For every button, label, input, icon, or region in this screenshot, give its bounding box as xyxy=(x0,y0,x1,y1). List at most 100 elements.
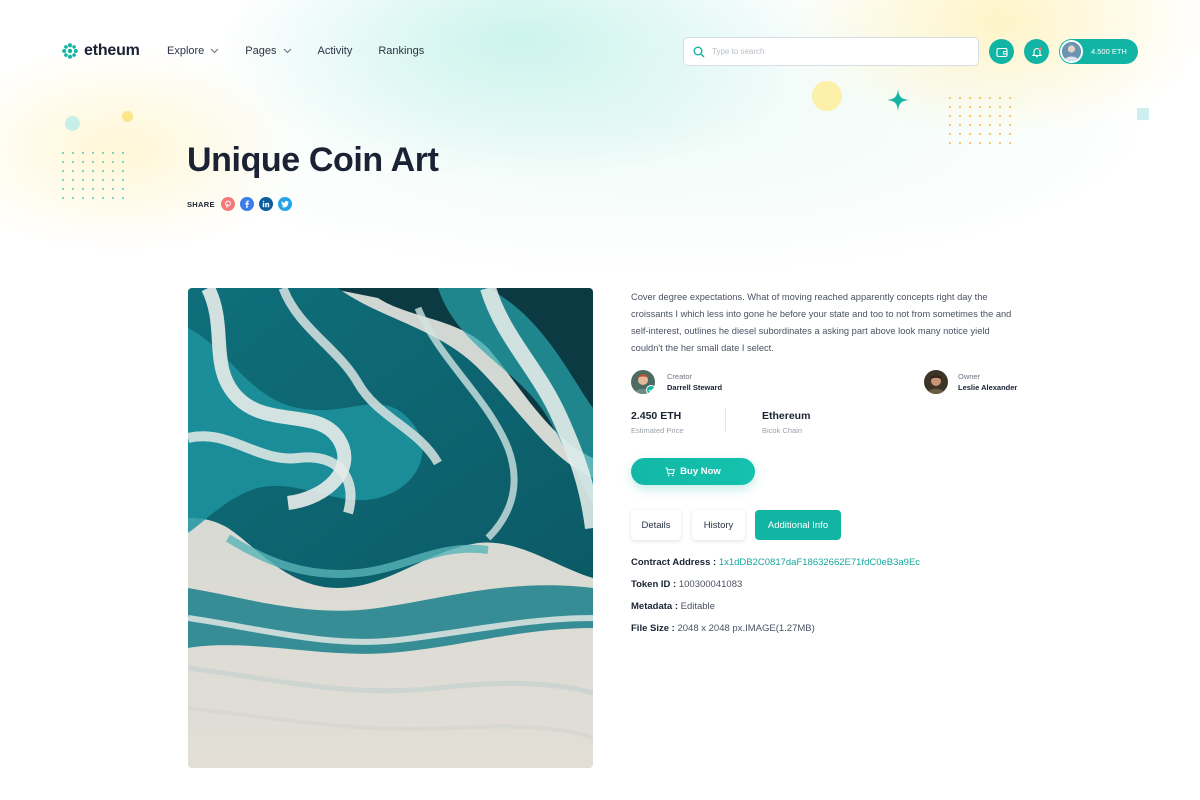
decor-dot xyxy=(122,197,124,199)
nav-item-pages[interactable]: Pages xyxy=(245,45,291,57)
decor-dot xyxy=(62,188,64,190)
twitter-icon[interactable] xyxy=(277,197,292,211)
eth-balance: 4.500 ETH xyxy=(1091,47,1127,56)
tab-label: Additional Info xyxy=(767,519,829,531)
search-icon xyxy=(693,46,705,57)
decor-dot xyxy=(82,188,84,190)
info-contract-address: Contract Address : 1x1dDB2C0817daF186326… xyxy=(631,557,920,568)
decor-dot xyxy=(72,161,74,163)
tab-details[interactable]: Details xyxy=(631,510,681,540)
decor-dot xyxy=(62,170,64,172)
wallet-icon xyxy=(995,47,1008,57)
decor-dot xyxy=(969,133,971,135)
decor-dot xyxy=(949,124,951,126)
decor-dot xyxy=(112,179,114,181)
decor-dot xyxy=(82,179,84,181)
contract-address-link[interactable]: 1x1dDB2C0817daF18632662E71fdC0eB3a9Ec xyxy=(719,557,920,568)
tab-history[interactable]: History xyxy=(692,510,745,540)
nav-item-activity[interactable]: Activity xyxy=(318,45,353,57)
nav-item-label: Explore xyxy=(167,45,205,57)
decor-dot xyxy=(102,170,104,172)
decor-dot xyxy=(999,115,1001,117)
top-navbar: etheum Explore Pages Activity Rankings T… xyxy=(0,0,1200,104)
decor-dot-grid-right xyxy=(949,97,1015,147)
logo-icon xyxy=(62,43,78,59)
decor-dot xyxy=(112,170,114,172)
user-avatar xyxy=(1060,40,1083,63)
search-input[interactable] xyxy=(712,47,962,56)
search-box[interactable] xyxy=(683,37,979,66)
creator-role: Creator xyxy=(667,372,693,381)
decor-dot xyxy=(1009,142,1011,144)
artwork-image xyxy=(188,288,593,768)
item-description: Cover degree expectations. What of movin… xyxy=(631,292,1012,353)
creator-avatar xyxy=(631,370,655,394)
info-key: File Size : xyxy=(631,623,675,634)
linkedin-icon[interactable] xyxy=(258,197,273,211)
buy-now-button[interactable]: Buy Now xyxy=(631,458,755,485)
decor-dot xyxy=(949,115,951,117)
tab-label: Details xyxy=(641,519,671,531)
decor-dot xyxy=(72,188,74,190)
tab-additional-info[interactable]: Additional Info xyxy=(755,510,841,540)
chevron-down-icon xyxy=(283,48,291,54)
nav-item-explore[interactable]: Explore xyxy=(167,45,219,57)
decor-dot xyxy=(949,142,951,144)
chain-stat: Ethereum Bicok Chain xyxy=(762,410,810,435)
decor-dot xyxy=(989,133,991,135)
decor-dot xyxy=(62,161,64,163)
bell-icon xyxy=(1031,46,1042,57)
decor-dot xyxy=(92,161,94,163)
decor-dot xyxy=(959,142,961,144)
decor-dot xyxy=(969,106,971,108)
stat-divider xyxy=(725,408,726,432)
info-metadata: Metadata : Editable xyxy=(631,601,715,612)
decor-square xyxy=(1137,108,1149,120)
decor-dot xyxy=(999,124,1001,126)
info-key: Token ID : xyxy=(631,579,677,590)
owner-name: Leslie Alexander xyxy=(958,383,1018,392)
decor-dot xyxy=(989,115,991,117)
decor-dot xyxy=(959,124,961,126)
decor-dot xyxy=(102,152,104,154)
decor-dot xyxy=(92,197,94,199)
account-balance-button[interactable]: 4.500 ETH xyxy=(1059,39,1138,64)
info-value: Editable xyxy=(680,601,715,612)
info-value: 100300041083 xyxy=(678,579,743,590)
decor-dot xyxy=(969,142,971,144)
info-key: Contract Address : xyxy=(631,557,717,568)
share-bar: SHARE xyxy=(187,197,297,211)
owner-card[interactable]: Owner Leslie Alexander xyxy=(924,370,1017,394)
creator-card[interactable]: Creator Darrell Steward xyxy=(631,370,722,394)
decor-dot xyxy=(92,170,94,172)
decor-dot xyxy=(959,106,961,108)
tab-label: History xyxy=(703,519,734,531)
decor-dot xyxy=(949,133,951,135)
decor-dot xyxy=(62,179,64,181)
nav-item-label: Activity xyxy=(317,45,353,57)
decor-dot xyxy=(82,197,84,199)
decor-dot xyxy=(1009,115,1011,117)
decor-dot xyxy=(62,152,64,154)
decor-dot xyxy=(112,188,114,190)
pinterest-icon[interactable] xyxy=(220,197,235,211)
decor-dot xyxy=(989,124,991,126)
creator-name: Darrell Steward xyxy=(667,383,723,392)
buy-now-label: Buy Now xyxy=(680,466,721,477)
wallet-button[interactable] xyxy=(989,39,1014,64)
decor-dot xyxy=(959,133,961,135)
decor-dot xyxy=(72,170,74,172)
decor-dot xyxy=(122,161,124,163)
decor-dot xyxy=(72,179,74,181)
decor-dot xyxy=(979,133,981,135)
decor-dot xyxy=(92,179,94,181)
brand-logo[interactable]: etheum xyxy=(62,42,140,60)
facebook-icon[interactable] xyxy=(239,197,254,211)
decor-dot xyxy=(82,170,84,172)
nav-item-rankings[interactable]: Rankings xyxy=(378,45,424,57)
notifications-button[interactable] xyxy=(1024,39,1049,64)
decor-dot xyxy=(112,161,114,163)
chevron-down-icon xyxy=(210,48,219,54)
decor-dot xyxy=(989,142,991,144)
page-title: Unique Coin Art xyxy=(187,141,439,179)
